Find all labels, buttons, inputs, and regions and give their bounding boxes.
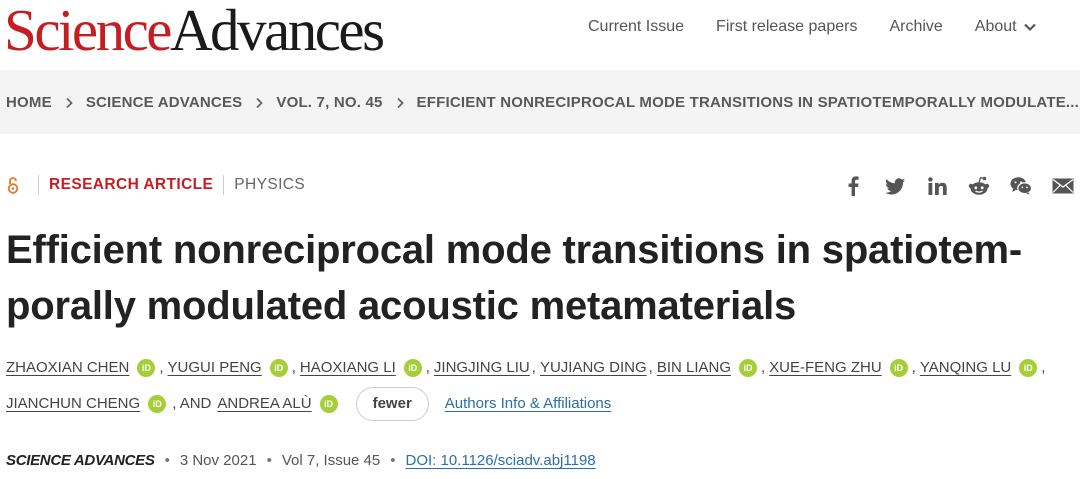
orcid-icon[interactable]: iD xyxy=(137,359,156,377)
author-name[interactable]: JINGJING LIU xyxy=(434,356,530,380)
logo-advances: Advances xyxy=(169,0,385,63)
author-line: JIANCHUN CHENG iD , AND ANDREA ALÙ iD fe… xyxy=(6,387,1076,421)
chevron-down-icon xyxy=(1023,23,1036,32)
site-logo[interactable]: ScienceAdvances xyxy=(4,0,385,63)
author-name[interactable]: ZHAOXIAN CHEN xyxy=(6,356,129,380)
divider xyxy=(38,175,39,195)
doi-link[interactable]: DOI: 10.1126/sciadv.abj1198 xyxy=(406,452,596,469)
facebook-icon[interactable] xyxy=(842,175,864,197)
breadcrumb-journal[interactable]: SCIENCE ADVANCES xyxy=(86,94,243,111)
nav-about-label: About xyxy=(974,18,1017,35)
orcid-icon[interactable]: iD xyxy=(319,395,338,413)
author-and: , AND xyxy=(172,395,212,412)
orcid-icon[interactable]: iD xyxy=(148,395,167,413)
breadcrumb-bar: HOME SCIENCE ADVANCES VOL. 7, NO. 45 EFF… xyxy=(0,70,1080,134)
nav-archive[interactable]: Archive xyxy=(889,17,942,37)
author-line: ZHAOXIAN CHEN iD, YUGUI PENG iD, HAOXIAN… xyxy=(6,356,1076,380)
wechat-icon[interactable] xyxy=(1010,175,1032,197)
author-name[interactable]: YUJIANG DING xyxy=(540,356,647,380)
reddit-icon[interactable] xyxy=(968,175,990,197)
orcid-icon[interactable]: iD xyxy=(1019,359,1038,377)
orcid-icon[interactable]: iD xyxy=(403,359,422,377)
chevron-right-icon xyxy=(66,97,73,108)
orcid-icon[interactable]: iD xyxy=(269,359,288,377)
author-separator: , xyxy=(425,359,430,376)
nav-current-issue[interactable]: Current Issue xyxy=(588,17,684,37)
article-type[interactable]: RESEARCH ARTICLE xyxy=(49,176,213,194)
author-name[interactable]: ANDREA ALÙ xyxy=(217,392,311,416)
journal-name[interactable]: SCIENCE ADVANCES xyxy=(6,452,155,469)
citation-line: SCIENCE ADVANCES • 3 Nov 2021 • Vol 7, I… xyxy=(6,452,596,469)
publication-date: 3 Nov 2021 xyxy=(179,452,257,469)
twitter-icon[interactable] xyxy=(884,175,906,197)
linkedin-icon[interactable] xyxy=(926,175,948,197)
author-separator: , xyxy=(648,359,653,376)
author-separator: , xyxy=(911,359,916,376)
share-bar xyxy=(842,175,1074,197)
article-meta-row: RESEARCH ARTICLE PHYSICS xyxy=(6,173,305,197)
breadcrumb-issue[interactable]: VOL. 7, NO. 45 xyxy=(276,94,382,111)
volume-issue[interactable]: Vol 7, Issue 45 xyxy=(282,452,380,469)
article-title-line-1: Efficient nonreciprocal mode transitions… xyxy=(6,228,1023,272)
author-separator: , xyxy=(159,359,164,376)
breadcrumb-home[interactable]: HOME xyxy=(6,94,52,111)
author-separator: , xyxy=(761,359,766,376)
logo-science: Science xyxy=(4,0,172,63)
email-icon[interactable] xyxy=(1052,175,1074,197)
open-access-icon xyxy=(7,177,19,194)
article-title-line-2: porally modulated acoustic metamaterials xyxy=(6,284,797,328)
article-subject[interactable]: PHYSICS xyxy=(234,176,305,194)
author-separator: , xyxy=(291,359,296,376)
bullet-separator: • xyxy=(164,452,170,469)
author-name[interactable]: YANQING LU xyxy=(920,356,1011,380)
author-name[interactable]: XUE-FENG ZHU xyxy=(769,356,882,380)
bullet-separator: • xyxy=(390,452,396,469)
breadcrumb-article: EFFICIENT NONRECIPROCAL MODE TRANSITIONS… xyxy=(416,94,1080,111)
bullet-separator: • xyxy=(266,452,272,469)
nav-about[interactable]: About xyxy=(975,17,1037,37)
chevron-right-icon xyxy=(396,97,404,108)
author-separator: , xyxy=(1041,359,1046,376)
orcid-icon[interactable]: iD xyxy=(889,359,908,377)
authors-info-affiliations-link[interactable]: Authors Info & Affiliations xyxy=(445,392,612,416)
site-header: ScienceAdvances Current Issue First rele… xyxy=(0,0,1080,70)
author-name[interactable]: HAOXIANG LI xyxy=(300,356,396,380)
divider xyxy=(223,175,225,195)
author-list: ZHAOXIAN CHEN iD, YUGUI PENG iD, HAOXIAN… xyxy=(6,356,1076,421)
author-separator: , xyxy=(531,359,536,376)
fewer-authors-button[interactable]: fewer xyxy=(355,387,429,421)
main-nav: Current Issue First release papers Archi… xyxy=(588,17,1037,37)
author-name[interactable]: JIANCHUN CHENG xyxy=(6,392,140,416)
article-title: Efficient nonreciprocal mode transitions… xyxy=(6,222,1076,334)
author-name[interactable]: YUGUI PENG xyxy=(168,356,262,380)
nav-first-release-papers[interactable]: First release papers xyxy=(716,17,857,37)
chevron-right-icon xyxy=(256,97,264,108)
orcid-icon[interactable]: iD xyxy=(739,359,757,377)
breadcrumb: HOME SCIENCE ADVANCES VOL. 7, NO. 45 EFF… xyxy=(6,94,1079,111)
author-name[interactable]: BIN LIANG xyxy=(657,356,731,380)
